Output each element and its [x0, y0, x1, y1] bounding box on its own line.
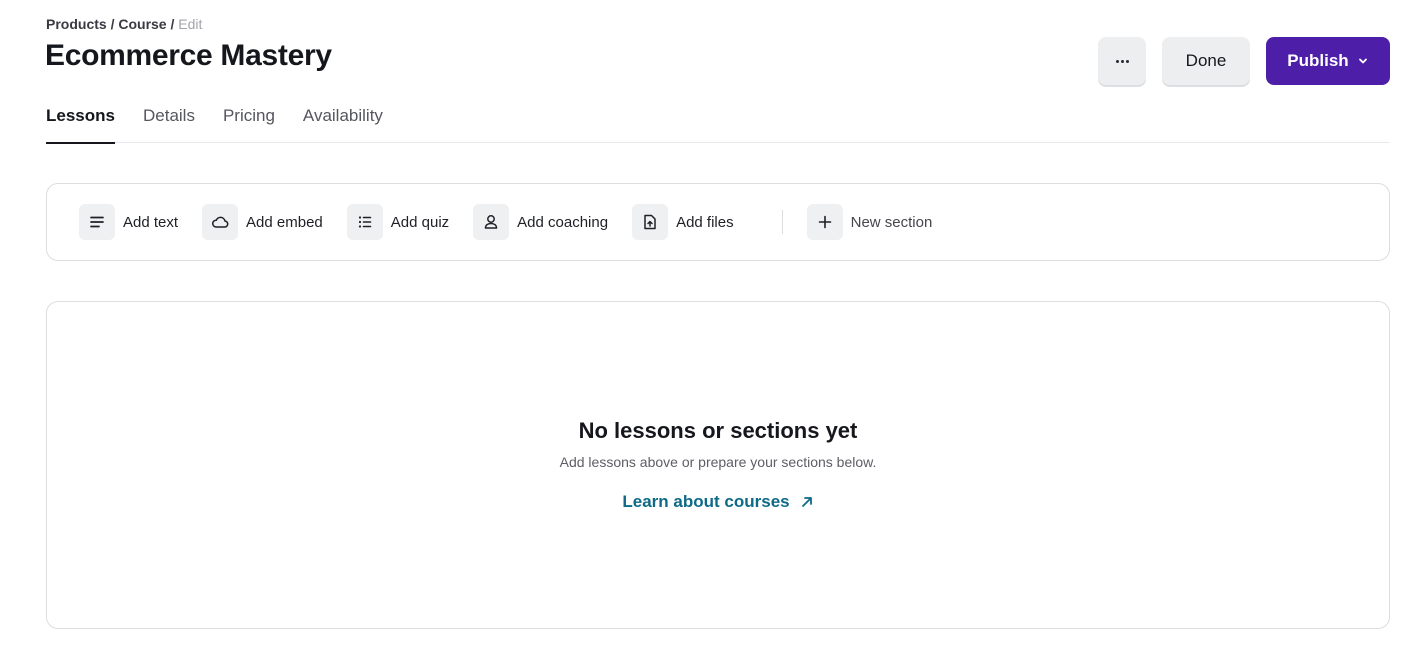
toolbar-divider	[781, 210, 783, 234]
file-upload-icon	[632, 204, 669, 240]
page-title: Ecommerce Mastery	[45, 39, 332, 72]
empty-state-subtitle: Add lessons above or prepare your sectio…	[559, 454, 877, 470]
add-text-button[interactable]: Add text	[79, 204, 178, 240]
breadcrumb-course[interactable]: Course	[118, 16, 166, 32]
tab-pricing[interactable]: Pricing	[223, 96, 275, 143]
tab-availability[interactable]: Availability	[303, 96, 383, 143]
arrow-up-right-icon	[801, 497, 812, 507]
empty-state-panel: No lessons or sections yet Add lessons a…	[46, 301, 1390, 629]
empty-state-title: No lessons or sections yet	[578, 418, 858, 443]
done-button[interactable]: Done	[1162, 37, 1250, 85]
tab-bar: Lessons Details Pricing Availability	[46, 96, 1390, 144]
ellipsis-icon	[1115, 59, 1129, 63]
add-files-label: Add files	[676, 213, 734, 231]
add-quiz-button[interactable]: Add quiz	[346, 204, 450, 240]
publish-label: Publish	[1287, 51, 1349, 70]
learn-link-label: Learn about courses	[622, 492, 790, 511]
header-actions: Done Publish	[1098, 37, 1390, 85]
add-quiz-label: Add quiz	[390, 213, 450, 231]
breadcrumb-separator: /	[110, 16, 115, 32]
cloud-icon	[202, 204, 239, 240]
list-icon	[346, 204, 383, 240]
text-lines-icon	[79, 204, 115, 240]
user-icon	[473, 204, 510, 240]
breadcrumb-separator: /	[170, 16, 175, 32]
tab-details[interactable]: Details	[143, 96, 195, 143]
breadcrumb: Products / Course / Edit	[46, 16, 202, 32]
plus-icon	[806, 204, 843, 240]
chevron-down-icon	[1358, 58, 1367, 64]
new-section-button[interactable]: New section	[806, 204, 933, 240]
more-options-button[interactable]	[1098, 37, 1146, 85]
learn-about-courses-link[interactable]: Learn about courses	[47, 492, 1389, 512]
tab-lessons[interactable]: Lessons	[46, 96, 115, 144]
add-embed-label: Add embed	[246, 213, 323, 231]
breadcrumb-current: Edit	[178, 16, 203, 32]
add-content-toolbar: Add text Add embed Add quiz Add coaching…	[46, 183, 1390, 261]
add-coaching-button[interactable]: Add coaching	[473, 204, 608, 240]
add-files-button[interactable]: Add files	[632, 204, 734, 240]
add-coaching-label: Add coaching	[517, 213, 609, 231]
add-embed-button[interactable]: Add embed	[202, 204, 323, 240]
breadcrumb-products[interactable]: Products	[46, 16, 107, 32]
add-text-label: Add text	[123, 213, 179, 231]
new-section-label: New section	[850, 213, 933, 231]
publish-button[interactable]: Publish	[1266, 37, 1390, 85]
